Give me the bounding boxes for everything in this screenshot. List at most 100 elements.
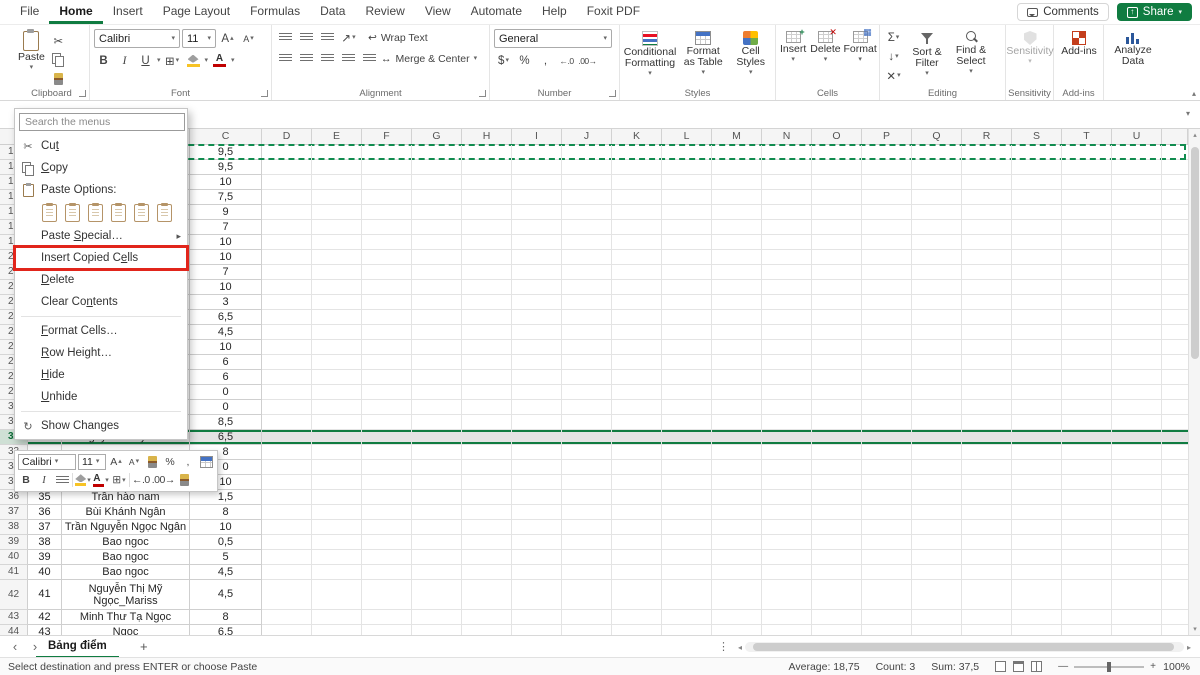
column-header-H[interactable]: H	[462, 129, 512, 145]
cell-C18[interactable]: 7	[190, 220, 262, 235]
cell-C32[interactable]: 6,5	[190, 430, 262, 445]
paste-option-2-icon[interactable]	[65, 204, 80, 222]
ribbon-tab-automate[interactable]: Automate	[461, 0, 532, 24]
cell-C43[interactable]: 8	[190, 610, 262, 625]
mini-decrease-decimal-button[interactable]: .00→	[152, 472, 175, 488]
font-color-chevron-icon[interactable]: ▾	[231, 57, 235, 64]
cell-B37[interactable]: Bùi Khánh Ngân	[62, 505, 190, 520]
formula-bar-chevron-icon[interactable]: ▾	[1186, 109, 1190, 118]
font-name-combo[interactable]: Calibri▾	[94, 29, 180, 48]
zoom-in-button[interactable]: +	[1150, 661, 1156, 672]
column-header-P[interactable]: P	[862, 129, 912, 145]
ribbon-tab-view[interactable]: View	[415, 0, 461, 24]
cell-C31[interactable]: 8,5	[190, 415, 262, 430]
mini-align-center-button[interactable]	[54, 472, 70, 488]
cell-A40[interactable]: 39	[28, 550, 62, 565]
mini-bold-button[interactable]: B	[18, 472, 34, 488]
cell-C15[interactable]: 10	[190, 175, 262, 190]
ribbon-tab-data[interactable]: Data	[310, 0, 355, 24]
format-painter-button[interactable]	[49, 70, 68, 87]
scroll-left-icon[interactable]: ◂	[735, 643, 745, 652]
cell-A36[interactable]: 35	[28, 490, 62, 505]
cell-B39[interactable]: Bao ngoc	[62, 535, 190, 550]
mini-increase-decimal-button[interactable]: ←.0	[132, 472, 150, 488]
paste-option-5-icon[interactable]	[134, 204, 149, 222]
comments-button[interactable]: Comments	[1017, 3, 1109, 21]
cell-C14[interactable]: 9,5	[190, 160, 262, 175]
cell-C13[interactable]: 9,5	[190, 145, 262, 160]
format-as-table-button[interactable]: Format as Table ▾	[680, 29, 726, 77]
menu-item-row-height[interactable]: Row Height…	[15, 342, 187, 364]
comma-style-button[interactable]: ,	[536, 52, 555, 69]
vertical-scrollbar[interactable]: ▴ ▾	[1188, 129, 1200, 635]
column-header-G[interactable]: G	[412, 129, 462, 145]
cell-C17[interactable]: 9	[190, 205, 262, 220]
cell-B43[interactable]: Minh Thư Tạ Ngọc	[62, 610, 190, 625]
column-header-M[interactable]: M	[712, 129, 762, 145]
cell-C16[interactable]: 7,5	[190, 190, 262, 205]
cell-A42[interactable]: 41	[28, 580, 62, 610]
autosum-button[interactable]: Σ▾	[884, 29, 903, 46]
cell-C29[interactable]: 0	[190, 385, 262, 400]
horizontal-scrollbar[interactable]: ◂ ▸	[735, 640, 1194, 654]
ribbon-tab-page-layout[interactable]: Page Layout	[153, 0, 240, 24]
column-header-I[interactable]: I	[512, 129, 562, 145]
cell-C23[interactable]: 3	[190, 295, 262, 310]
paste-option-1-icon[interactable]	[42, 204, 57, 222]
conditional-formatting-button[interactable]: Conditional Formatting ▾	[624, 29, 676, 77]
column-header-D[interactable]: D	[262, 129, 312, 145]
cell-C41[interactable]: 4,5	[190, 565, 262, 580]
increase-indent-button[interactable]	[360, 50, 379, 67]
font-size-combo[interactable]: 11▾	[182, 29, 216, 48]
scroll-up-icon[interactable]: ▴	[1189, 131, 1200, 139]
sheet-nav-right[interactable]: ›	[26, 639, 44, 654]
column-header-F[interactable]: F	[362, 129, 412, 145]
fill-color-chevron-icon[interactable]: ▾	[205, 57, 209, 64]
menu-item-hide[interactable]: Hide	[15, 364, 187, 386]
column-header-O[interactable]: O	[812, 129, 862, 145]
clipboard-dialog-launcher[interactable]	[79, 90, 86, 97]
row-header-43[interactable]: 43	[0, 610, 28, 625]
mini-font-size-combo[interactable]: 11▾	[78, 454, 106, 470]
cell-B41[interactable]: Bao ngoc	[62, 565, 190, 580]
paste-button[interactable]: Paste ▾	[18, 29, 45, 87]
align-middle-button[interactable]	[297, 29, 316, 46]
row-header-37[interactable]: 37	[0, 505, 28, 520]
menu-item-unhide[interactable]: Unhide	[15, 386, 187, 408]
cell-C21[interactable]: 7	[190, 265, 262, 280]
number-dialog-launcher[interactable]	[609, 90, 616, 97]
align-top-button[interactable]	[276, 29, 295, 46]
ribbon-tab-file[interactable]: File	[10, 0, 49, 24]
decrease-decimal-button[interactable]: .00→	[578, 52, 597, 69]
align-bottom-button[interactable]	[318, 29, 337, 46]
sheet-tab-bang-diem[interactable]: Bảng điểm	[36, 636, 119, 658]
row-header-42[interactable]: 42	[0, 580, 28, 610]
menu-item-clear-contents[interactable]: Clear Contents	[15, 291, 187, 313]
page-layout-view-button[interactable]	[1013, 661, 1024, 672]
menu-search-input[interactable]	[19, 113, 185, 131]
ribbon-tab-help[interactable]: Help	[532, 0, 577, 24]
analyze-data-button[interactable]: Analyze Data	[1108, 29, 1158, 67]
horizontal-scroll-track[interactable]	[745, 642, 1184, 652]
increase-decimal-button[interactable]: ←.0	[557, 52, 576, 69]
underline-button[interactable]: U	[136, 52, 155, 69]
cell-A38[interactable]: 37	[28, 520, 62, 535]
cell-B38[interactable]: Trần Nguyễn Ngọc Ngân	[62, 520, 190, 535]
collapse-ribbon-icon[interactable]: ▴	[1192, 89, 1196, 98]
row-header-38[interactable]: 38	[0, 520, 28, 535]
ribbon-tab-formulas[interactable]: Formulas	[240, 0, 310, 24]
cell-A41[interactable]: 40	[28, 565, 62, 580]
cell-C20[interactable]: 10	[190, 250, 262, 265]
decrease-indent-button[interactable]	[339, 50, 358, 67]
merge-center-button[interactable]: ↔Merge & Center▾	[381, 50, 477, 67]
cell-C26[interactable]: 10	[190, 340, 262, 355]
cell-styles-button[interactable]: Cell Styles ▾	[730, 29, 771, 77]
mini-grow-font-button[interactable]: A▴	[108, 454, 124, 470]
cell-A37[interactable]: 36	[28, 505, 62, 520]
grow-font-button[interactable]: A▴	[218, 30, 237, 47]
alignment-dialog-launcher[interactable]	[479, 90, 486, 97]
column-header-T[interactable]: T	[1062, 129, 1112, 145]
menu-item-delete[interactable]: Delete	[15, 269, 187, 291]
cell-C25[interactable]: 4,5	[190, 325, 262, 340]
cell-C38[interactable]: 10	[190, 520, 262, 535]
